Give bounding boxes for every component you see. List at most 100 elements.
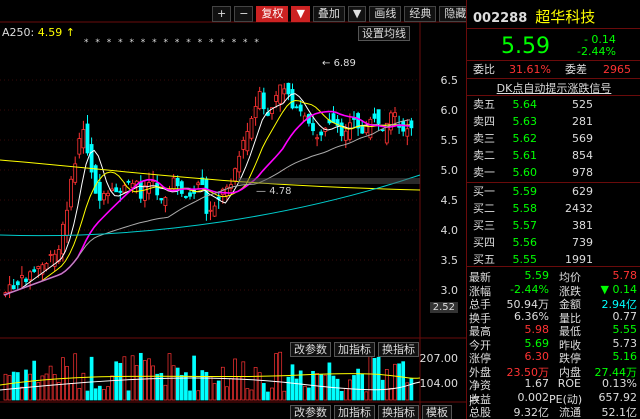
candle-body: [19, 275, 24, 279]
buy-row[interactable]: 买二 5.58 2432: [473, 201, 633, 216]
add-indicator-button[interactable]: 加指标: [334, 342, 375, 357]
sell-row[interactable]: 卖三 5.62 569: [473, 131, 633, 146]
volume-bar: [368, 353, 373, 401]
volume-bar: [77, 388, 82, 401]
ma-setting-button[interactable]: 设置均线: [358, 26, 410, 41]
stat-key: 今开: [469, 338, 491, 352]
sell-row[interactable]: 卖二 5.61 854: [473, 148, 633, 163]
volume-bar: [270, 387, 274, 401]
candle-body: [364, 125, 369, 134]
dk-signal-link[interactable]: DK点自动提示涨跌信号: [467, 80, 640, 96]
candle-body: [253, 106, 258, 119]
buy-price: 5.57: [512, 218, 538, 232]
buy-level-label: 买一: [473, 185, 495, 198]
volume-bar: [118, 362, 123, 401]
candle-body: [163, 197, 168, 206]
template-button[interactable]: 模板: [422, 405, 452, 419]
candle-body: [372, 113, 377, 119]
buy-volume: 381: [572, 218, 593, 232]
volume-bar: [175, 367, 180, 401]
stat-value: 6.30: [524, 350, 550, 363]
add-indicator-button-bottom[interactable]: 加指标: [334, 405, 375, 419]
stat-value-2: 5.78: [612, 269, 638, 282]
volume-bar: [208, 376, 213, 401]
modify-params-button-bottom[interactable]: 改参数: [290, 405, 331, 419]
volume-bar: [409, 378, 414, 401]
modify-params-button[interactable]: 改参数: [290, 342, 331, 357]
divider: [467, 266, 640, 267]
stat-row: 换手 6.36% 量比 0.77: [469, 310, 639, 325]
candle-body: [126, 180, 131, 183]
volume-bar: [20, 386, 24, 401]
sell-row[interactable]: 卖一 5.60 978: [473, 165, 633, 180]
stat-key-2: 均价: [559, 271, 581, 284]
sell-level-label: 卖五: [473, 98, 495, 111]
axis-label: 6.5: [440, 74, 459, 87]
volume-bar: [229, 378, 233, 401]
candle-body: [298, 104, 303, 112]
candle-body: [122, 185, 127, 193]
candle-body: [93, 165, 98, 194]
candle-body: [286, 82, 291, 95]
switch-indicator-button[interactable]: 换指标: [378, 342, 419, 357]
buy-row[interactable]: 买五 5.55 1991: [473, 252, 633, 267]
candle-body: [114, 187, 119, 193]
axis-low-tag: 2.52: [429, 302, 458, 313]
buy-level-label: 买三: [473, 219, 495, 232]
diff-label: 委差: [565, 63, 587, 76]
stat-key: 涨幅: [469, 284, 491, 298]
volume-bar: [241, 361, 246, 401]
ma-mark-label: — 4.78: [256, 186, 292, 197]
kline-chart[interactable]: + − 复权 ▼ 叠加 ▼ 画线 经典 隐藏 ||| A250: 4.59 ↑ …: [0, 0, 466, 419]
volume-bar: [65, 366, 69, 401]
volume-bar: [266, 391, 270, 401]
stat-row: 总手 50.94万 金额 2.94亿: [469, 296, 639, 311]
volume-bar: [24, 369, 28, 401]
candle-body: [61, 223, 65, 255]
volume-bar: [225, 386, 229, 401]
sell-row[interactable]: 卖五 5.64 525: [473, 97, 633, 112]
divider: [467, 182, 640, 183]
volume-bar: [376, 356, 381, 401]
classic-button[interactable]: 经典: [404, 6, 437, 22]
volume-bar: [261, 383, 266, 401]
candle-body: [147, 182, 151, 194]
buy-row[interactable]: 买四 5.56 739: [473, 235, 633, 250]
candle-body: [106, 192, 110, 197]
buy-row[interactable]: 买一 5.59 629: [473, 184, 633, 199]
buy-level-label: 买四: [473, 236, 495, 249]
stat-key: 外盘: [469, 365, 491, 379]
candle-body: [142, 185, 147, 201]
stat-value: 23.50万: [506, 365, 550, 379]
zoom-in-button[interactable]: +: [212, 6, 232, 22]
adjust-button[interactable]: 复权: [256, 6, 289, 22]
axis-label: 5.5: [440, 134, 459, 147]
candle-body: [261, 92, 266, 110]
overlay-button[interactable]: 叠加: [312, 6, 345, 22]
switch-indicator-button-bottom[interactable]: 换指标: [378, 405, 419, 419]
volume-bar: [69, 383, 73, 401]
candle-body: [24, 278, 28, 282]
volume-bar: [134, 365, 139, 401]
zoom-out-button[interactable]: −: [234, 6, 254, 22]
volume-bar: [282, 390, 287, 401]
candle-body: [7, 284, 12, 293]
candle-body: [208, 209, 213, 212]
volume-axis-label: 207.00: [419, 352, 459, 365]
draw-line-button[interactable]: 画线: [369, 6, 402, 22]
stat-key: 净资产: [469, 379, 491, 408]
stat-key-2: PE(动): [549, 392, 583, 406]
axis-label: 4.5: [440, 194, 459, 207]
buy-row[interactable]: 买三 5.57 381: [473, 218, 633, 233]
adjust-dropdown-icon[interactable]: ▼: [291, 6, 310, 22]
stat-key: 收益: [469, 392, 491, 406]
stat-value: 5.59: [524, 269, 550, 282]
volume-bar: [212, 383, 217, 401]
stat-key: 涨停: [469, 352, 491, 365]
overlay-dropdown-icon[interactable]: ▼: [347, 6, 367, 22]
volume-bar: [200, 370, 205, 401]
sell-row[interactable]: 卖四 5.63 281: [473, 114, 633, 129]
volume-bar: [93, 388, 98, 401]
volume-bar: [147, 358, 151, 401]
hide-button[interactable]: 隐藏: [439, 6, 466, 22]
